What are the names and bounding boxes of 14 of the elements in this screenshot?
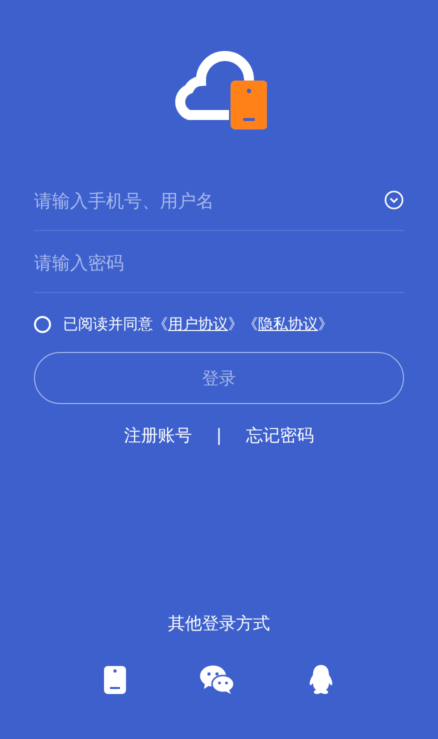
penguin-icon[interactable] [308, 665, 334, 695]
agreement-text: 已阅读并同意《用户协议》《隐私协议》 [63, 315, 333, 334]
forgot-password-link[interactable]: 忘记密码 [246, 424, 314, 447]
separator: | [216, 426, 222, 446]
agree-radio[interactable] [34, 316, 51, 333]
register-link[interactable]: 注册账号 [124, 424, 192, 447]
dropdown-icon[interactable] [384, 190, 404, 210]
phone-icon[interactable] [104, 666, 126, 694]
agreement-link[interactable]: 《用户协议》 [153, 315, 243, 333]
password-field[interactable]: 请输入密码 [34, 249, 404, 274]
chat-bubbles-icon[interactable] [200, 665, 234, 695]
other-login-title: 其他登录方式 [168, 613, 270, 635]
agreement-link[interactable]: 《隐私协议》 [243, 315, 333, 333]
account-field[interactable]: 请输入手机号、用户名 [34, 187, 384, 212]
